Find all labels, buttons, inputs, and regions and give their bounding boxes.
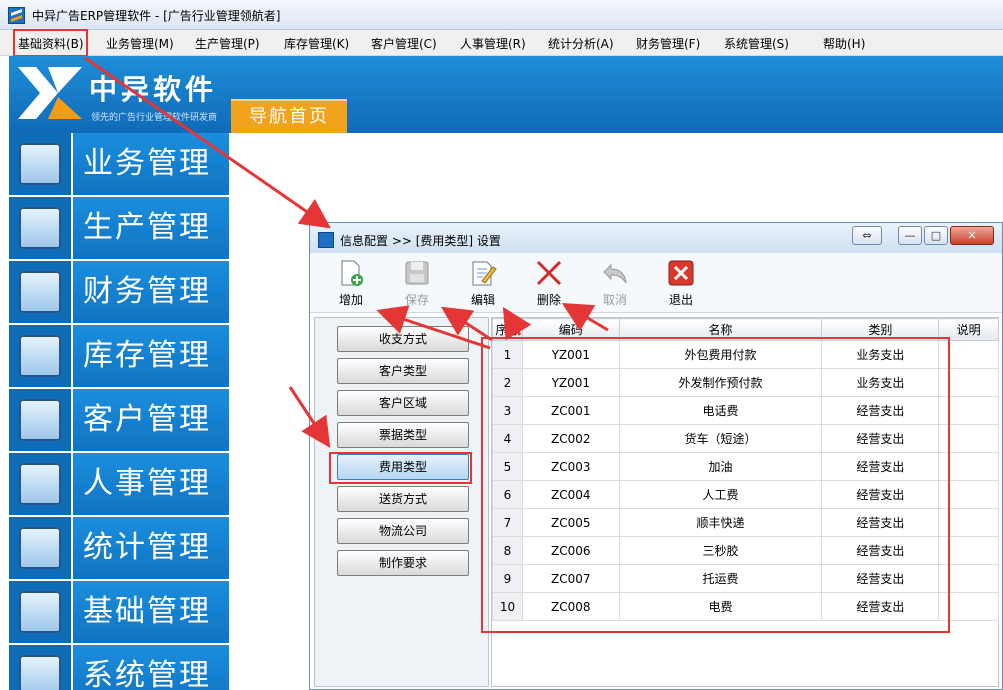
save-label: 保存 <box>404 293 429 307</box>
module-item[interactable]: 统计管理 <box>9 517 229 581</box>
app-logo-icon <box>8 7 25 24</box>
info-config-dialog: 信息配置 >> [费用类型] 设置 ⇔ — □ ✕ 增加 保存 编辑 删除 取消… <box>309 222 1003 690</box>
menu-bar: 基础资料(B) 业务管理(M) 生产管理(P) 库存管理(K) 客户管理(C) 人事管理(… <box>0 30 1003 56</box>
category-panel: 收支方式 客户类型 客户区域 票据类型 费用类型 送货方式 物流公司 制作要求 <box>314 317 489 687</box>
module-item[interactable]: 人事管理 <box>9 453 229 517</box>
menu-highlight-box <box>13 29 88 57</box>
category-highlight-box <box>329 452 472 484</box>
dialog-app-icon <box>318 232 334 248</box>
category-button[interactable]: 制作要求 <box>337 550 469 576</box>
module-icon <box>9 197 71 259</box>
tab-nav-home[interactable]: 导航首页 <box>231 99 347 133</box>
header-banner: 中异软件 领先的广告行业管理软件研发商 导航首页 <box>9 56 1003 133</box>
delete-button[interactable]: 删除 <box>524 257 574 311</box>
category-button[interactable]: 票据类型 <box>337 422 469 448</box>
add-button[interactable]: 增加 <box>326 257 376 311</box>
module-item[interactable]: 客户管理 <box>9 389 229 453</box>
window-title: 中异广告ERP管理软件 - [广告行业管理领航者] <box>32 9 281 23</box>
cancel-label: 取消 <box>602 293 627 307</box>
module-label: 基础管理 <box>73 581 229 643</box>
dialog-titlebar[interactable]: 信息配置 >> [费用类型] 设置 ⇔ — □ ✕ <box>310 223 1002 253</box>
edit-icon <box>472 261 497 286</box>
module-sidebar: 业务管理 生产管理 财务管理 库存管理 客户管理 人事管理 统计管理 基础管理 系统管理 <box>9 133 229 690</box>
module-icon <box>9 133 71 195</box>
menu-item[interactable]: 客户管理(C) <box>371 35 437 52</box>
dialog-toolbar: 增加 保存 编辑 删除 取消 退出 <box>310 253 1002 313</box>
close-button[interactable]: ✕ <box>950 226 994 245</box>
exit-label: 退出 <box>668 293 693 307</box>
window-titlebar: 中异广告ERP管理软件 - [广告行业管理领航者] <box>0 0 1003 30</box>
dialog-title: 信息配置 >> [费用类型] 设置 <box>340 234 501 248</box>
category-button[interactable]: 收支方式 <box>337 326 469 352</box>
module-item[interactable]: 生产管理 <box>9 197 229 261</box>
delete-icon <box>536 260 562 286</box>
minimize-button[interactable]: — <box>898 226 922 245</box>
module-icon <box>9 325 71 387</box>
module-item[interactable]: 系统管理 <box>9 645 229 690</box>
module-label: 统计管理 <box>73 517 229 579</box>
category-button[interactable]: 物流公司 <box>337 518 469 544</box>
brand-slogan: 领先的广告行业管理软件研发商 <box>91 113 218 123</box>
category-button[interactable]: 送货方式 <box>337 486 469 512</box>
module-icon <box>9 517 71 579</box>
module-item[interactable]: 库存管理 <box>9 325 229 389</box>
menu-item[interactable]: 统计分析(A) <box>548 35 614 52</box>
module-label: 财务管理 <box>73 261 229 323</box>
undo-icon <box>603 263 627 284</box>
category-button[interactable]: 客户类型 <box>337 358 469 384</box>
module-icon <box>9 261 71 323</box>
module-icon <box>9 453 71 515</box>
edit-label: 编辑 <box>470 293 495 307</box>
exit-button[interactable]: 退出 <box>656 257 706 311</box>
menu-item[interactable]: 生产管理(P) <box>195 35 260 52</box>
restore-icon[interactable]: ⇔ <box>852 226 882 245</box>
menu-item[interactable]: 系统管理(S) <box>724 35 789 52</box>
module-label: 生产管理 <box>73 197 229 259</box>
module-icon <box>9 645 71 690</box>
module-label: 库存管理 <box>73 325 229 387</box>
category-button[interactable]: 客户区域 <box>337 390 469 416</box>
edit-button[interactable]: 编辑 <box>458 257 508 311</box>
grid-highlight-box <box>481 337 950 633</box>
save-button[interactable]: 保存 <box>392 257 442 311</box>
add-label: 增加 <box>338 293 363 307</box>
brand-name: 中异软件 <box>89 73 218 106</box>
module-item[interactable]: 业务管理 <box>9 133 229 197</box>
cancel-button[interactable]: 取消 <box>590 257 640 311</box>
brand-logo-icon <box>18 67 82 119</box>
menu-item[interactable]: 库存管理(K) <box>284 35 349 52</box>
module-icon <box>9 389 71 451</box>
menu-item[interactable]: 帮助(H) <box>823 35 865 52</box>
exit-icon <box>668 260 694 286</box>
menu-item[interactable]: 人事管理(R) <box>460 35 526 52</box>
module-label: 业务管理 <box>73 133 229 195</box>
add-doc-icon <box>341 260 363 286</box>
module-item[interactable]: 基础管理 <box>9 581 229 645</box>
module-label: 系统管理 <box>73 645 229 690</box>
delete-label: 删除 <box>536 293 561 307</box>
module-label: 客户管理 <box>73 389 229 451</box>
maximize-button[interactable]: □ <box>924 226 948 245</box>
module-icon <box>9 581 71 643</box>
menu-item[interactable]: 财务管理(F) <box>636 35 700 52</box>
save-icon <box>405 261 429 285</box>
module-label: 人事管理 <box>73 453 229 515</box>
menu-item[interactable]: 业务管理(M) <box>106 35 174 52</box>
module-item[interactable]: 财务管理 <box>9 261 229 325</box>
